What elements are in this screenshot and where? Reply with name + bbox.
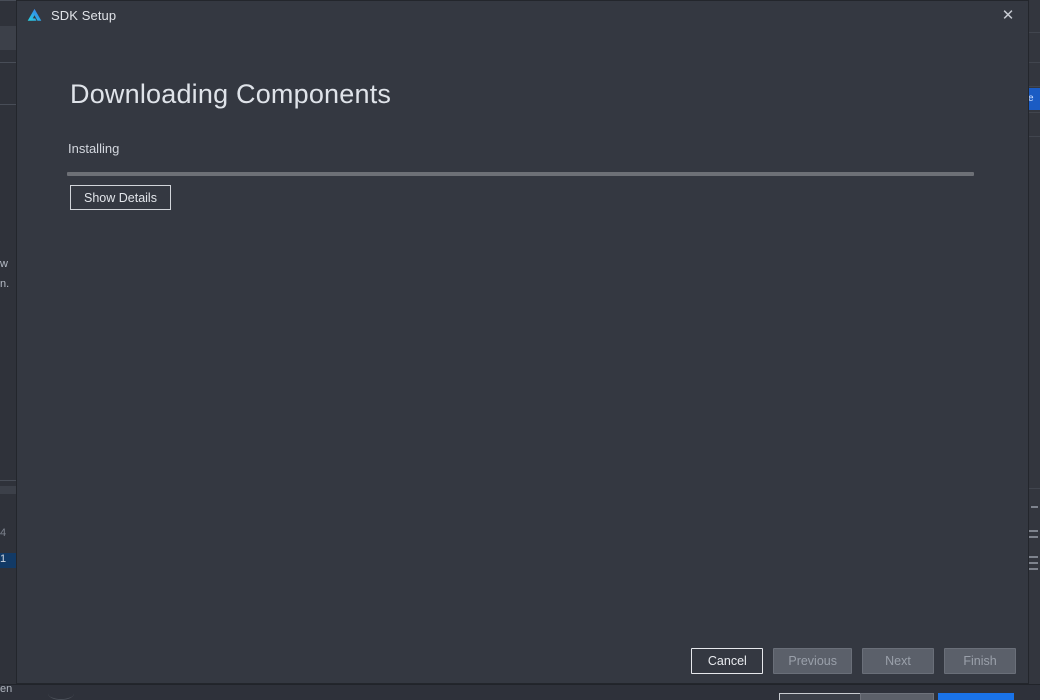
background-right-divider (1028, 488, 1040, 489)
background-left-divider (0, 0, 16, 1)
background-right-divider (1028, 136, 1040, 137)
background-left-divider (0, 480, 16, 481)
background-right-mark (1029, 530, 1038, 532)
background-right-mark (1028, 556, 1038, 558)
background-bottom-text-fragment: en (0, 683, 13, 695)
progress-bar (67, 172, 974, 176)
close-icon[interactable]: ✕ (994, 4, 1022, 26)
next-button: Next (862, 648, 934, 674)
background-left-divider (0, 104, 16, 105)
page-title: Downloading Components (70, 79, 392, 109)
background-window-bottom[interactable] (0, 684, 1040, 700)
previous-button: Previous (773, 648, 852, 674)
background-right-divider (1028, 62, 1040, 63)
background-right-mark (1031, 506, 1038, 508)
background-window-left[interactable]: w n. 4 1 (0, 0, 17, 700)
background-right-mark (1028, 568, 1038, 570)
dialog-titlebar[interactable]: SDK Setup ✕ (17, 1, 1028, 29)
dialog-title: SDK Setup (51, 7, 117, 23)
background-text-fragment: n. (0, 278, 10, 290)
dialog-content: Downloading Components Installing Show D… (17, 29, 1028, 684)
android-studio-logo-icon (25, 6, 43, 24)
show-details-button[interactable]: Show Details (70, 185, 171, 210)
background-right-mark (1029, 536, 1038, 538)
install-status-label: Installing (68, 141, 120, 156)
background-left-divider (0, 62, 16, 63)
dialog-footer: Cancel Previous Next Finish (691, 648, 1016, 674)
background-text-fragment-selected: 1 (0, 553, 16, 568)
background-button-outline[interactable] (779, 693, 863, 700)
screen: w n. 4 1 e en SDK Setup ✕ Downloading Co… (0, 0, 1040, 700)
background-right-divider (1028, 112, 1040, 113)
background-bottom-arc (48, 687, 74, 700)
background-right-divider (1028, 32, 1040, 33)
background-right-selected-item[interactable]: e (1028, 88, 1040, 110)
background-left-scroll-thumb[interactable] (0, 486, 16, 494)
background-right-mark (1028, 562, 1038, 564)
background-button-primary[interactable] (938, 693, 1014, 700)
background-left-strip (0, 26, 16, 50)
background-right-divider (1028, 86, 1040, 87)
background-text-fragment: 4 (0, 527, 7, 539)
finish-button: Finish (944, 648, 1016, 674)
background-button-grey[interactable] (860, 693, 934, 700)
sdk-setup-dialog: SDK Setup ✕ Downloading Components Insta… (16, 0, 1029, 684)
cancel-button[interactable]: Cancel (691, 648, 764, 674)
background-text-fragment: w (0, 258, 8, 270)
